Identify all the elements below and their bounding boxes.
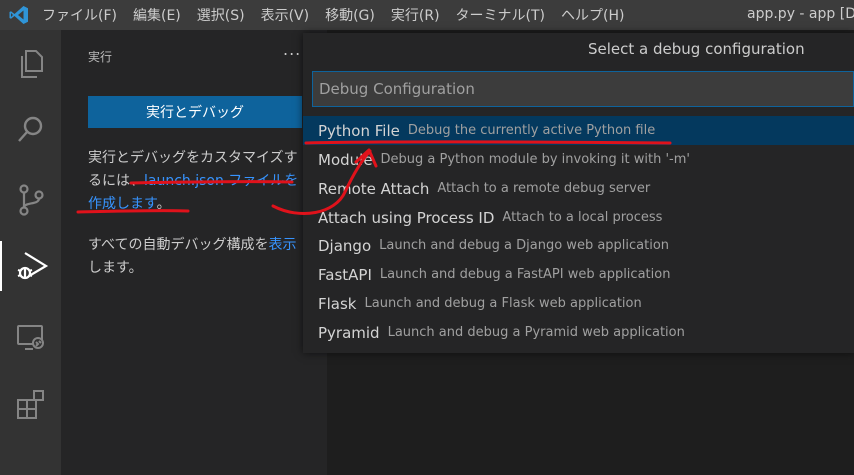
sidebar-header: 実行 bbox=[88, 50, 113, 64]
quick-pick-item-pyramid[interactable]: Pyramid Launch and debug a Pyramid web a… bbox=[303, 318, 854, 347]
quick-pick-item-remote-attach[interactable]: Remote Attach Attach to a remote debug s… bbox=[303, 174, 854, 203]
activity-bar bbox=[0, 30, 61, 475]
item-description: Debug a Python module by invoking it wit… bbox=[380, 152, 690, 167]
menu-file[interactable]: ファイル(F) bbox=[34, 5, 125, 25]
item-description: Launch and debug a Django web applicatio… bbox=[379, 238, 670, 253]
item-label: Attach using Process ID bbox=[318, 208, 495, 227]
auto-debug-description: すべての自動デバッグ構成を表示 します。 bbox=[88, 234, 304, 280]
vscode-logo-icon bbox=[4, 0, 34, 30]
item-label: Module bbox=[318, 150, 373, 169]
item-description: Debug the currently active Python file bbox=[407, 123, 656, 138]
customize-description: 実行とデバッグをカスタマイズするには、launch.json ファイルを作成しま… bbox=[88, 147, 304, 216]
run-debug-icon[interactable] bbox=[0, 241, 61, 291]
item-label: Remote Attach bbox=[318, 179, 430, 198]
explorer-icon[interactable] bbox=[0, 39, 61, 89]
item-description: Launch and debug a FastAPI web applicati… bbox=[379, 267, 671, 282]
show-auto-debug-link[interactable]: 表示 bbox=[268, 237, 296, 253]
remote-explorer-icon[interactable] bbox=[0, 313, 61, 363]
menu-selection[interactable]: 選択(S) bbox=[189, 5, 253, 25]
menu-run[interactable]: 実行(R) bbox=[383, 5, 448, 25]
item-label: Python File bbox=[318, 121, 400, 140]
item-description: Attach to a local process bbox=[502, 210, 663, 225]
more-actions-icon[interactable]: ... bbox=[283, 40, 301, 59]
menu-help[interactable]: ヘルプ(H) bbox=[553, 5, 632, 25]
item-label: FastAPI bbox=[318, 265, 372, 284]
window-title: app.py - app [D bbox=[747, 6, 854, 22]
quick-pick-item-module[interactable]: Module Debug a Python module by invoking… bbox=[303, 145, 854, 174]
search-icon[interactable] bbox=[0, 104, 61, 154]
title-bar: ファイル(F) 編集(E) 選択(S) 表示(V) 移動(G) 実行(R) ター… bbox=[0, 0, 854, 30]
menu-go[interactable]: 移動(G) bbox=[317, 5, 383, 25]
quick-pick-item-django[interactable]: Django Launch and debug a Django web app… bbox=[303, 231, 854, 260]
menu-bar: ファイル(F) 編集(E) 選択(S) 表示(V) 移動(G) 実行(R) ター… bbox=[34, 5, 632, 25]
debug-configuration-input[interactable] bbox=[312, 71, 854, 107]
menu-edit[interactable]: 編集(E) bbox=[125, 5, 189, 25]
debug-configuration-quick-pick: Select a debug configuration Python File… bbox=[303, 33, 854, 353]
item-label: Pyramid bbox=[318, 323, 380, 342]
auto-debug-text-end: します。 bbox=[88, 260, 143, 276]
menu-terminal[interactable]: ターミナル(T) bbox=[448, 5, 553, 25]
quick-pick-item-fastapi[interactable]: FastAPI Launch and debug a FastAPI web a… bbox=[303, 260, 854, 289]
run-debug-sidebar: 実行 ... 実行とデバッグ 実行とデバッグをカスタマイズするには、launch… bbox=[61, 30, 327, 475]
auto-debug-text: すべての自動デバッグ構成を bbox=[88, 237, 269, 253]
extensions-icon[interactable] bbox=[0, 380, 61, 430]
quick-pick-item-flask[interactable]: Flask Launch and debug a Flask web appli… bbox=[303, 289, 854, 318]
item-label: Flask bbox=[318, 294, 357, 313]
item-description: Launch and debug a Pyramid web applicati… bbox=[387, 325, 685, 340]
item-description: Launch and debug a Flask web application bbox=[364, 296, 642, 311]
run-and-debug-button[interactable]: 実行とデバッグ bbox=[88, 96, 302, 128]
menu-view[interactable]: 表示(V) bbox=[253, 5, 318, 25]
item-label: Django bbox=[318, 236, 372, 255]
quick-pick-item-attach-process[interactable]: Attach using Process ID Attach to a loca… bbox=[303, 203, 854, 232]
quick-pick-title: Select a debug configuration bbox=[588, 40, 805, 58]
item-description: Attach to a remote debug server bbox=[437, 181, 651, 196]
customize-text-end: 。 bbox=[156, 196, 171, 212]
quick-pick-item-python-file[interactable]: Python File Debug the currently active P… bbox=[303, 116, 854, 145]
source-control-icon[interactable] bbox=[0, 175, 61, 225]
